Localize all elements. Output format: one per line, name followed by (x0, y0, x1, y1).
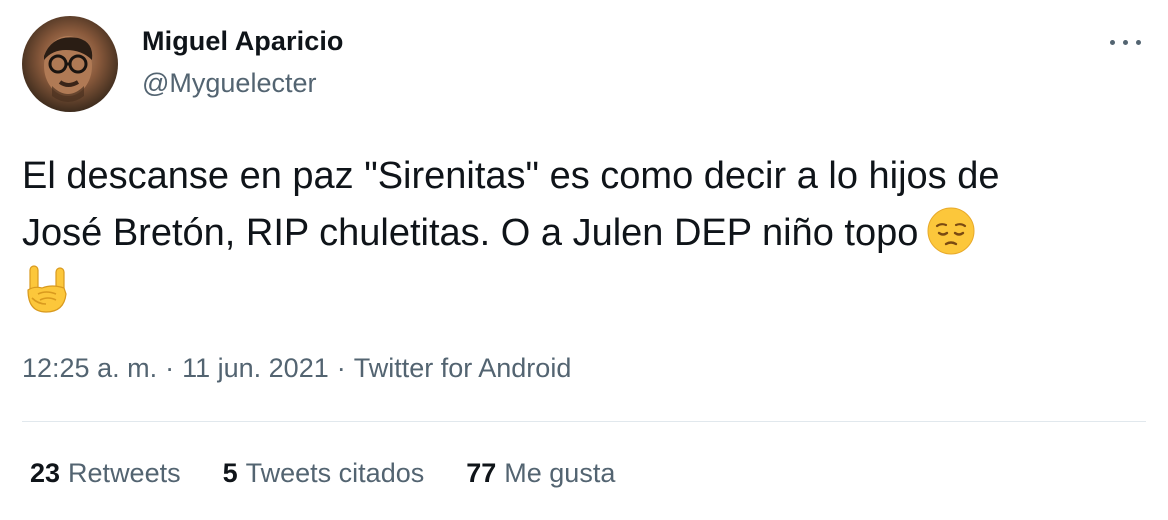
divider (22, 421, 1146, 422)
retweets-stat[interactable]: 23 Retweets (30, 458, 181, 489)
tweet-text-line-1: El descanse en paz "Sirenitas" es como d… (22, 155, 1000, 197)
likes-count: 77 (466, 458, 497, 488)
meta-separator: · (165, 353, 175, 383)
tweet-text: El descanse en paz "Sirenitas" es como d… (22, 148, 1152, 316)
tweet-text-line-2: José Bretón, RIP chuletitas. O a Julen D… (22, 205, 1152, 262)
tweet-date[interactable]: 11 jun. 2021 (182, 353, 329, 383)
tweet-stats: 23 Retweets 5 Tweets citados 77 Me gusta (30, 458, 615, 489)
quotes-count: 5 (222, 458, 238, 488)
more-options-icon[interactable] (1106, 30, 1146, 56)
quotes-label: Tweets citados (245, 458, 425, 488)
tweet-source[interactable]: Twitter for Android (354, 353, 572, 383)
tweet-meta: 12:25 a. m. · 11 jun. 2021 · Twitter for And… (22, 353, 571, 384)
quote-tweets-stat[interactable]: 5 Tweets citados (223, 458, 425, 489)
avatar-photo (44, 36, 93, 102)
author-handle[interactable]: @Myguelecter (142, 68, 316, 99)
avatar[interactable] (22, 16, 118, 112)
retweets-label: Retweets (68, 458, 181, 488)
likes-label: Me gusta (504, 458, 616, 488)
likes-stat[interactable]: 77 Me gusta (466, 458, 615, 489)
tweet-card: Miguel Aparicio @Myguelecter El descanse… (0, 0, 1168, 520)
tweet-time[interactable]: 12:25 a. m. (22, 353, 157, 383)
author-name[interactable]: Miguel Aparicio (142, 26, 344, 57)
retweets-count: 23 (30, 458, 61, 488)
tweet-text-line-2-text: José Bretón, RIP chuletitas. O a Julen D… (22, 212, 919, 254)
sign-of-the-horns-emoji-icon (27, 265, 67, 313)
meta-separator: · (336, 353, 346, 383)
pensive-face-emoji-icon (927, 207, 975, 255)
